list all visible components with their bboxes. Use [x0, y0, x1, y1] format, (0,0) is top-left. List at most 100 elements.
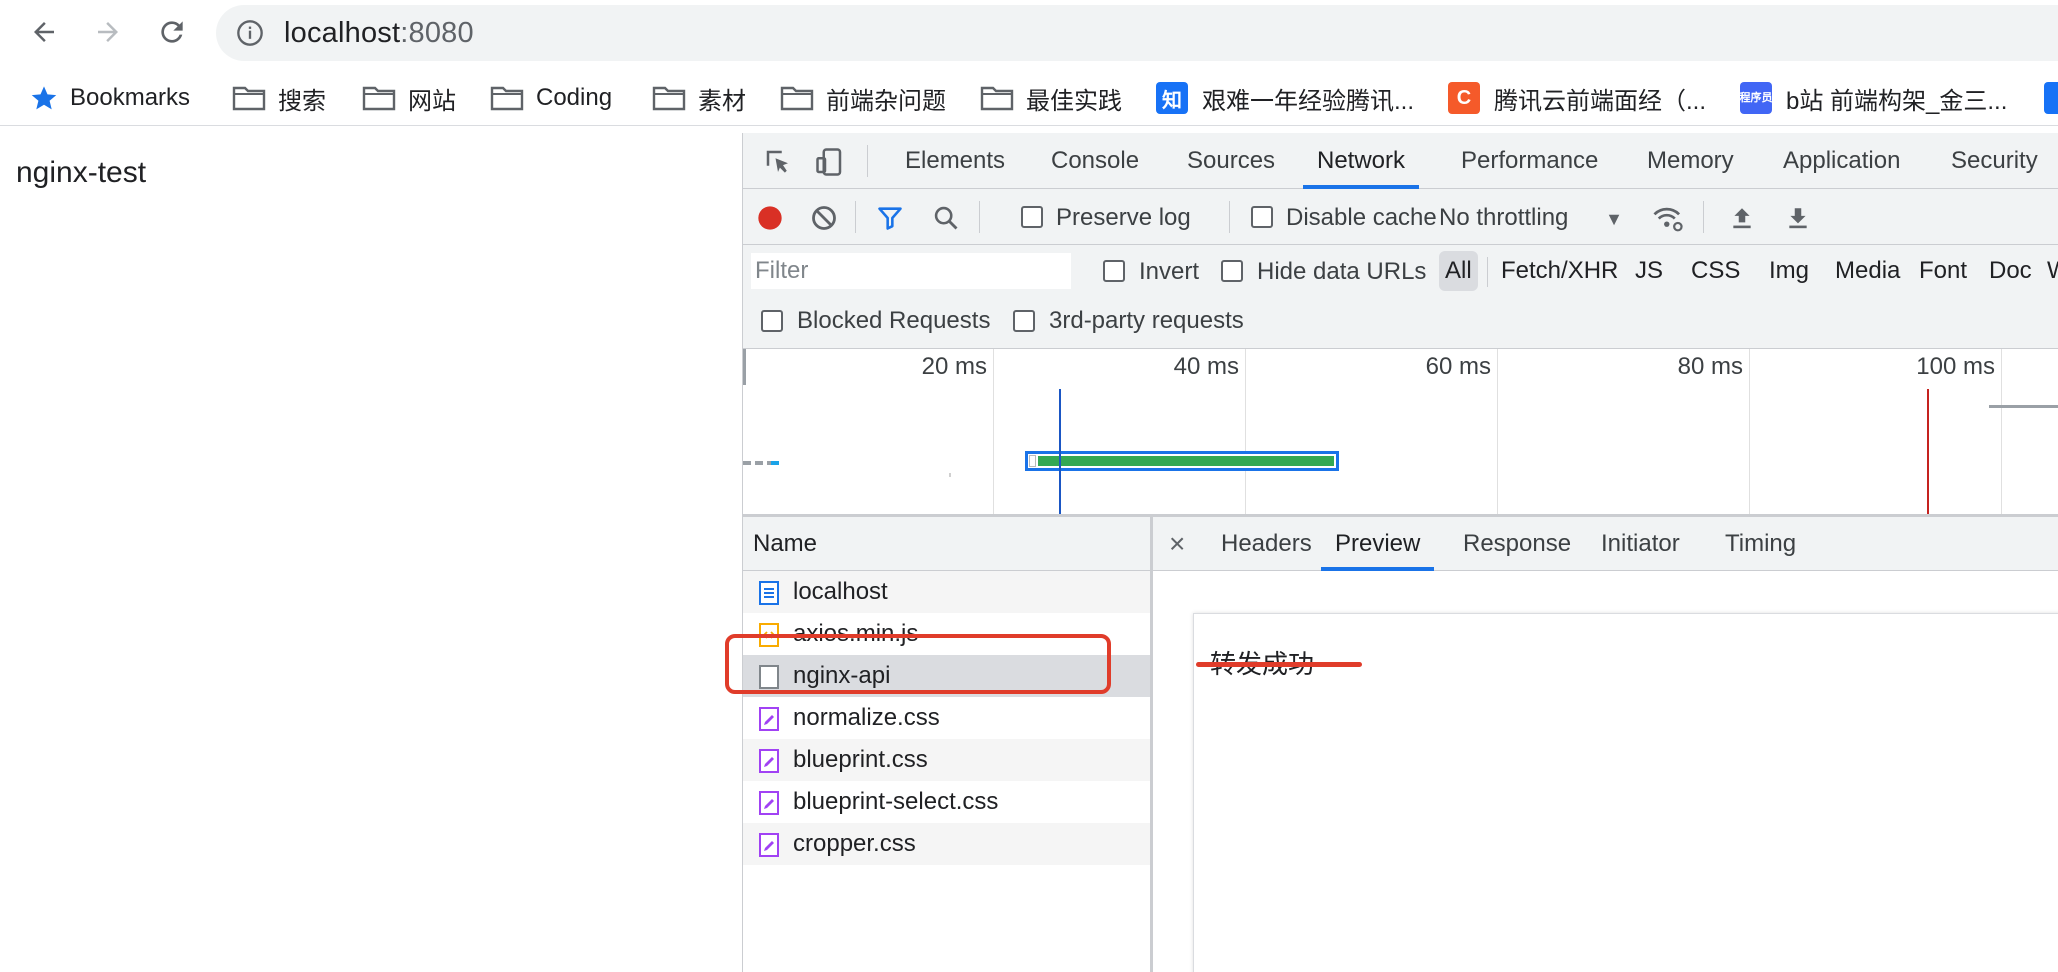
grid-line: [1749, 349, 1750, 514]
search-icon: [934, 206, 958, 230]
filter-toggle-button[interactable]: [873, 201, 907, 235]
bookmark-folder[interactable]: 网站: [362, 78, 456, 118]
third-party-checkbox[interactable]: [1013, 310, 1035, 332]
tab-console[interactable]: Console: [1051, 133, 1139, 189]
type-filter-css[interactable]: CSS: [1685, 251, 1746, 291]
preserve-log-checkbox[interactable]: [1021, 206, 1043, 228]
stylesheet-icon: [759, 749, 779, 773]
tab-security[interactable]: Security: [1951, 133, 2038, 189]
address-bar[interactable]: localhost:8080: [216, 5, 2058, 61]
name-column-header[interactable]: Name: [743, 517, 1150, 571]
type-filter-fetch-xhr[interactable]: Fetch/XHR: [1495, 251, 1624, 291]
type-filter-img[interactable]: Img: [1763, 251, 1815, 291]
request-bar-early: [743, 461, 771, 465]
grid-line: [1497, 349, 1498, 514]
network-overview[interactable]: 20 ms 40 ms 60 ms 80 ms 100 ms: [743, 349, 2058, 517]
tab-performance[interactable]: Performance: [1461, 133, 1598, 189]
type-filter-all[interactable]: All: [1439, 251, 1478, 291]
bookmark-label: b站 前端构架_金三...: [1786, 87, 2008, 115]
cursor-select-icon: [766, 150, 788, 173]
upload-icon: [1733, 208, 1751, 229]
request-row-cropper[interactable]: cropper.css: [743, 823, 1150, 865]
bookmark-folder[interactable]: Coding: [490, 78, 612, 118]
filter-bar: Invert Hide data URLs All Fetch/XHR JS C…: [743, 245, 2058, 349]
zhihu-icon: [2044, 82, 2058, 114]
filter-input[interactable]: [751, 253, 1071, 289]
request-row-localhost[interactable]: localhost: [743, 571, 1150, 613]
download-icon: [1789, 208, 1807, 229]
tab-preview[interactable]: Preview: [1321, 517, 1435, 571]
c-icon: C: [1448, 82, 1480, 114]
tab-initiator[interactable]: Initiator: [1601, 517, 1680, 571]
request-row-blueprint[interactable]: blueprint.css: [743, 739, 1150, 781]
blocked-requests-checkbox[interactable]: [761, 310, 783, 332]
filter-icon: [878, 207, 902, 230]
throttling-select[interactable]: No throttling ▼: [1439, 204, 1623, 232]
tab-timing[interactable]: Timing: [1725, 517, 1796, 571]
request-row-blueprint-select[interactable]: blueprint-select.css: [743, 781, 1150, 823]
export-har-button[interactable]: [1781, 201, 1815, 235]
folder-icon: [652, 86, 686, 111]
highlight-box: [725, 634, 1111, 694]
request-bar-early-accent: [771, 461, 779, 465]
record-icon: [758, 206, 782, 230]
tab-preview-label: Preview: [1335, 530, 1421, 557]
bookmark-folder[interactable]: 最佳实践: [980, 78, 1122, 118]
search-button[interactable]: [929, 201, 963, 235]
type-filter-font[interactable]: Font: [1913, 251, 1973, 291]
forward-button[interactable]: [86, 10, 130, 54]
request-name: blueprint-select.css: [793, 788, 999, 815]
type-filter-media[interactable]: Media: [1829, 251, 1906, 291]
clear-icon: [812, 206, 836, 230]
bookmark-folder[interactable]: 前端杂问题: [780, 78, 946, 118]
type-filter-doc[interactable]: Doc: [1983, 251, 2038, 291]
clear-button[interactable]: [807, 201, 841, 235]
import-har-button[interactable]: [1725, 201, 1759, 235]
tab-headers[interactable]: Headers: [1221, 517, 1312, 571]
invert-checkbox[interactable]: [1103, 260, 1125, 282]
request-name: cropper.css: [793, 830, 916, 857]
bookmark-folder[interactable]: 素材: [652, 78, 746, 118]
back-button[interactable]: [22, 10, 66, 54]
zhihu-icon: 知: [1156, 82, 1188, 114]
close-detail-button[interactable]: ×: [1169, 517, 1185, 571]
dropdown-arrow-icon: ▼: [1605, 209, 1623, 229]
bookmark-bilibili[interactable]: 程序员 b站 前端构架_金三...: [1740, 78, 2007, 118]
url-port: :8080: [400, 17, 474, 49]
disable-cache-checkbox[interactable]: [1251, 206, 1273, 228]
tab-response[interactable]: Response: [1463, 517, 1571, 571]
folder-icon: [362, 86, 396, 111]
folder-icon: [780, 86, 814, 111]
tick-label: 40 ms: [1173, 353, 1239, 380]
network-toolbar: Preserve log Disable cache No throttling…: [743, 189, 2058, 245]
bookmark-tencent-cloud[interactable]: C 腾讯云前端面经（...: [1448, 78, 1706, 118]
info-icon[interactable]: [236, 19, 264, 47]
device-toolbar-button[interactable]: [813, 145, 847, 179]
type-filter-ws[interactable]: WS: [2041, 251, 2058, 291]
grid-line: [993, 349, 994, 514]
tab-memory[interactable]: Memory: [1647, 133, 1734, 189]
tab-application[interactable]: Application: [1783, 133, 1900, 189]
bookmark-bookmarks[interactable]: Bookmarks: [30, 78, 190, 118]
reload-button[interactable]: [150, 10, 194, 54]
devtools-panel: Elements Console Sources Network Perform…: [742, 133, 2058, 972]
bookmark-folder[interactable]: 搜索: [232, 78, 326, 118]
request-list: Name localhost axios.min.js nginx-api no…: [743, 517, 1153, 972]
folder-icon: [980, 86, 1014, 111]
request-row-normalize[interactable]: normalize.css: [743, 697, 1150, 739]
tab-elements[interactable]: Elements: [905, 133, 1005, 189]
type-filter-js[interactable]: JS: [1629, 251, 1669, 291]
bookmark-zhihu[interactable]: 知 艰难一年经验腾讯...: [1156, 78, 1414, 118]
bookmark-overflow[interactable]: [2044, 78, 2058, 118]
tab-network-label: Network: [1317, 147, 1406, 174]
inspect-element-button[interactable]: [761, 145, 795, 179]
preserve-log-label: Preserve log: [1056, 204, 1191, 231]
tab-network[interactable]: Network: [1303, 133, 1420, 189]
network-conditions-button[interactable]: [1651, 201, 1685, 235]
star-icon: [31, 86, 57, 110]
hide-data-urls-label: Hide data URLs: [1257, 258, 1427, 285]
hide-data-urls-checkbox[interactable]: [1221, 260, 1243, 282]
tab-sources[interactable]: Sources: [1187, 133, 1275, 189]
load-event-line: [1927, 389, 1929, 514]
record-button[interactable]: [753, 201, 787, 235]
